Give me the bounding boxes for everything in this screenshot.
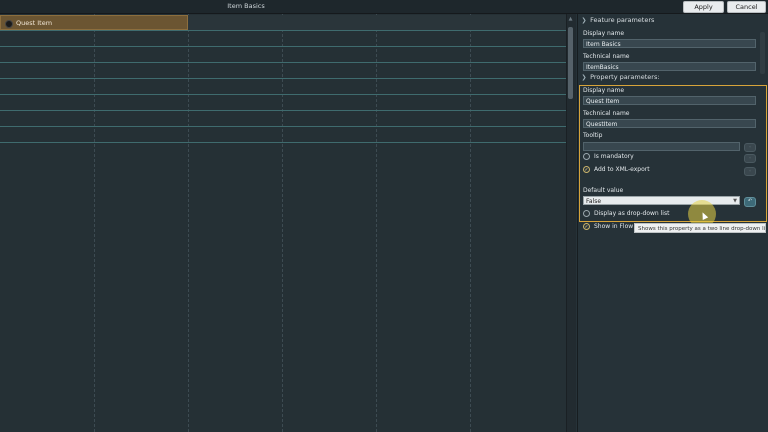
tooltip-popup: Shows this property as a two line drop-d… xyxy=(634,223,766,233)
grid-scrollbar-thumb[interactable] xyxy=(568,27,573,99)
panel-scrollbar[interactable] xyxy=(760,32,765,74)
tooltip-field[interactable] xyxy=(583,142,740,151)
grid-row[interactable] xyxy=(0,127,566,143)
feature-display-name-label: Display name xyxy=(583,30,625,37)
property-parameters-title: Property parameters: xyxy=(590,73,660,81)
grid-row[interactable] xyxy=(0,63,566,79)
grid-row[interactable]: Quest Item xyxy=(0,15,566,31)
feature-display-name-field[interactable]: Item Basics xyxy=(583,39,756,48)
show-in-flow-label: Show in Flow xyxy=(594,223,634,230)
cancel-button[interactable]: Cancel xyxy=(727,1,766,13)
title-bar: Item Basics Apply Cancel xyxy=(0,0,768,14)
grid-row[interactable] xyxy=(0,47,566,63)
is-mandatory-label: Is mandatory xyxy=(594,153,634,160)
default-value-text: False xyxy=(586,198,602,205)
xml-export-reset-icon[interactable]: ◦ xyxy=(744,167,756,176)
tooltip-reset-icon[interactable]: ◦ xyxy=(744,143,756,152)
quest-item-label: Quest Item xyxy=(16,19,53,27)
scroll-up-icon[interactable]: ▲ xyxy=(568,16,573,22)
toggle-dot-icon xyxy=(5,20,13,28)
property-technical-name-label: Technical name xyxy=(583,110,630,117)
dropdown-list-checkbox[interactable] xyxy=(583,210,590,217)
grid-row[interactable] xyxy=(0,79,566,95)
quest-item-cell[interactable]: Quest Item xyxy=(0,15,188,30)
property-display-name-label: Display name xyxy=(583,87,625,94)
property-technical-name-field[interactable]: QuestItem xyxy=(583,119,756,128)
grid-row[interactable] xyxy=(0,111,566,127)
property-display-name-field[interactable]: Quest Item xyxy=(583,96,756,105)
xml-export-label: Add to XML-export xyxy=(594,166,650,173)
is-mandatory-checkbox[interactable] xyxy=(583,153,590,160)
default-value-label: Default value xyxy=(583,187,624,194)
grid-row[interactable] xyxy=(0,95,566,111)
chevron-down-icon[interactable]: ❯ xyxy=(580,73,588,83)
default-value-select[interactable]: False ▼ xyxy=(583,196,740,205)
is-mandatory-reset-icon[interactable]: ◦ xyxy=(744,154,756,163)
default-value-reset-icon[interactable]: ↶ xyxy=(744,197,756,207)
grid-row[interactable] xyxy=(0,31,566,47)
property-parameters-header[interactable]: ❯ Property parameters: xyxy=(580,72,766,82)
property-grid[interactable]: Quest Item xyxy=(0,14,566,432)
tooltip-label: Tooltip xyxy=(583,132,603,139)
feature-parameters-header[interactable]: ❯ Feature parameters xyxy=(580,15,766,25)
show-in-flow-checkbox[interactable]: ✓ xyxy=(583,223,590,230)
feature-technical-name-label: Technical name xyxy=(583,53,630,60)
apply-button[interactable]: Apply xyxy=(683,1,724,13)
feature-technical-name-field[interactable]: ItemBasics xyxy=(583,62,756,71)
window-title: Item Basics xyxy=(227,2,265,10)
dropdown-caret-icon: ▼ xyxy=(733,198,737,204)
feature-parameters-title: Feature parameters xyxy=(590,16,655,24)
xml-export-checkbox[interactable]: ✓ xyxy=(583,166,590,173)
chevron-down-icon[interactable]: ❯ xyxy=(580,16,588,26)
dropdown-list-label: Display as drop-down list xyxy=(594,210,670,217)
